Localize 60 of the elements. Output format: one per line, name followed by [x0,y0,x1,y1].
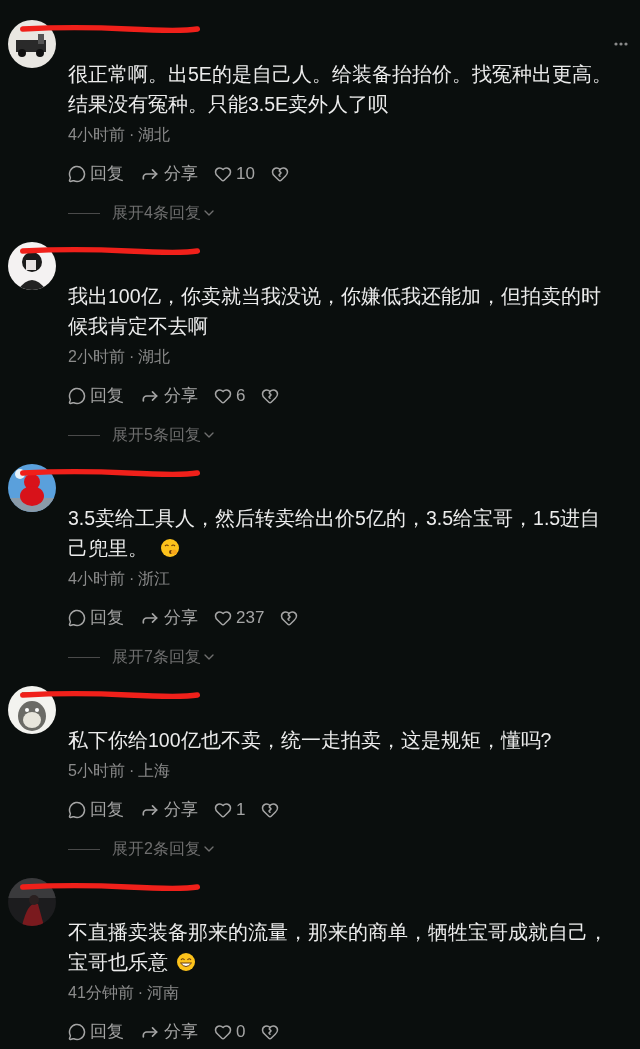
like-button[interactable]: 10 [214,161,255,187]
reply-button[interactable]: 回复 [68,1019,124,1045]
reply-button[interactable]: 回复 [68,797,124,823]
broken-heart-icon [280,609,299,627]
comment-time: 5小时前 [68,761,125,781]
share-button[interactable]: 分享 [140,797,198,823]
share-button[interactable]: 分享 [140,161,198,187]
separator-dot: · [128,761,135,781]
reply-button[interactable]: 回复 [68,383,124,409]
expand-replies-button[interactable]: 展开4条回复 [112,201,217,225]
comment-location: 湖北 [138,347,171,367]
broken-heart-icon [261,801,280,819]
expand-replies-button[interactable]: 展开2条回复 [112,837,217,861]
share-button[interactable]: 分享 [140,1019,198,1045]
reply-button[interactable]: 回复 [68,605,124,631]
heart-icon [214,165,232,183]
dislike-button[interactable] [280,609,299,627]
comment-time: 4小时前 [68,125,125,145]
dislike-button[interactable] [261,387,280,405]
heart-icon [214,1023,232,1041]
comment-icon [68,387,86,405]
comment-location: 河南 [147,983,180,1003]
separator-dot: · [137,983,144,1003]
dislike-button[interactable] [261,1023,280,1041]
separator-dot: · [128,569,135,589]
expand-replies-button[interactable]: 展开7条回复 [112,645,217,669]
dislike-button[interactable] [261,801,280,819]
like-button[interactable]: 237 [214,605,265,631]
comment-icon [68,801,86,819]
like-button[interactable]: 6 [214,383,246,409]
expand-replies-button[interactable]: 展开5条回复 [112,423,217,447]
broken-heart-icon [270,165,289,183]
comment-icon [68,609,86,627]
like-button[interactable]: 1 [214,797,246,823]
more-button[interactable] [614,42,628,46]
comment-text: 很正常啊。出5E的是自己人。给装备抬抬价。找冤种出更高。结果没有冤种。只能3.5E卖外人了呗 [68,63,612,115]
separator-dot: · [128,347,135,367]
comment-icon [68,165,86,183]
comment-text: 私下你给100亿也不卖，统一走拍卖，这是规矩，懂吗? [68,729,552,751]
separator-dot: · [128,125,135,145]
comment-text: 我出100亿，你卖就当我没说，你嫌低我还能加，但拍卖的时候我肯定不去啊 [68,285,601,337]
comment-time: 41分钟前 [68,983,134,1003]
share-button[interactable]: 分享 [140,605,198,631]
comment-text: 不直播卖装备那来的流量，那来的商单，牺牲宝哥成就自己，宝哥也乐意 [68,921,608,973]
reply-button[interactable]: 回复 [68,161,124,187]
comment-icon [68,1023,86,1041]
heart-icon [214,387,232,405]
like-button[interactable]: 0 [214,1019,246,1045]
comment-location: 浙江 [138,569,171,589]
heart-icon [214,609,232,627]
comment-text: 3.5卖给工具人，然后转卖给出价5亿的，3.5给宝哥，1.5进自己兜里。 [68,507,601,559]
broken-heart-icon [261,387,280,405]
comment-location: 上海 [138,761,171,781]
broken-heart-icon [261,1023,280,1041]
dislike-button[interactable] [270,165,289,183]
comment-time: 2小时前 [68,347,125,367]
share-button[interactable]: 分享 [140,383,198,409]
heart-icon [214,801,232,819]
comment-location: 湖北 [138,125,171,145]
comment-time: 4小时前 [68,569,125,589]
